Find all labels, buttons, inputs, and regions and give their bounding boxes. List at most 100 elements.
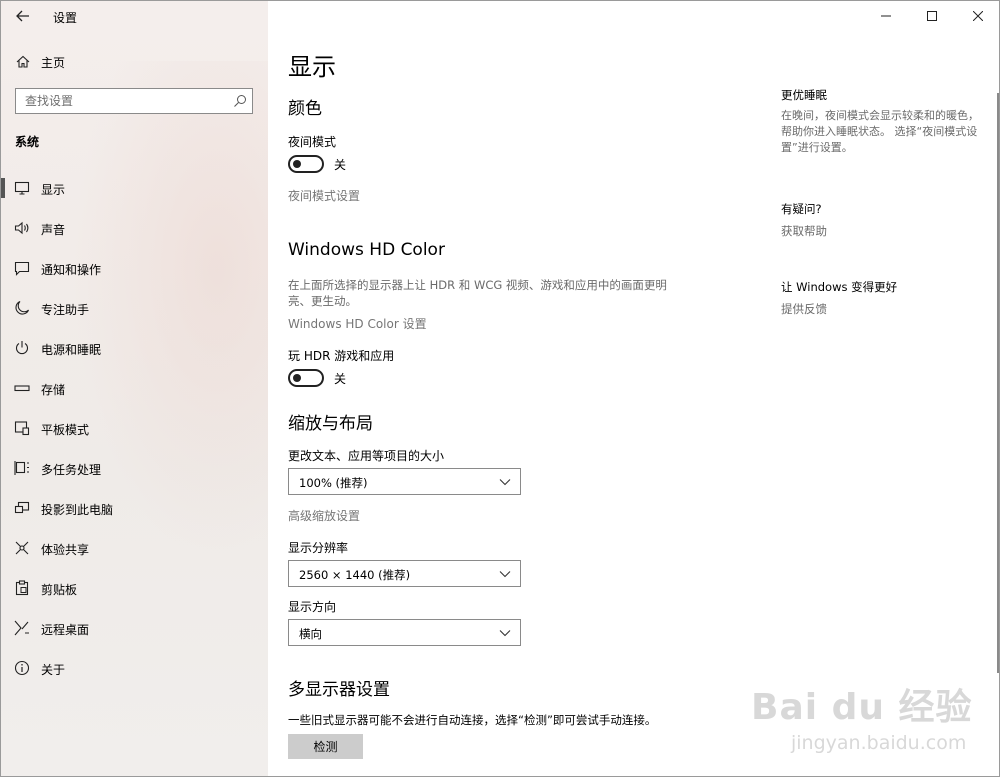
hd-color-heading: Windows HD Color [288,240,445,260]
sidebar-item-multitasking[interactable]: 多任务处理 [1,448,268,488]
sidebar-item-label: 存储 [41,383,66,397]
sidebar-item-label: 平板模式 [41,423,90,437]
sidebar-item-label: 显示 [41,183,66,197]
multi-display-description: 一些旧式显示器可能不会进行自动连接，选择“检测”即可尝试手动连接。 [288,713,657,727]
sleep-heading: 更优睡眠 [781,88,827,102]
sidebar-item-clipboard[interactable]: 剪贴板 [1,568,268,608]
main-content: 显示 颜色 夜间模式 关 夜间模式设置 Windows HD Color 在上面… [268,1,999,776]
sidebar-item-label: 电源和睡眠 [41,343,102,357]
sleep-text: 在晚间，夜间模式会显示较柔和的暖色，帮助你进入睡眠状态。 选择“夜间模式设置”进… [781,109,979,154]
maximize-button[interactable] [909,1,955,31]
detect-button[interactable]: 检测 [288,734,363,759]
home-icon [16,55,30,68]
scale-label: 更改文本、应用等项目的大小 [288,449,445,463]
resolution-value: 2560 × 1440 (推荐) [299,568,411,582]
sidebar-item-label: 投影到此电脑 [41,503,114,517]
notification-icon [14,261,30,276]
night-mode-state: 关 [334,157,347,172]
sidebar-item-label: 剪贴板 [41,583,78,597]
page-title: 显示 [288,53,336,81]
sidebar-item-label: 主页 [41,56,66,70]
baidu-watermark: Bai du 经验 jingyan.baidu.com [751,668,991,768]
arrow-left-icon [16,10,29,22]
window-title: 设置 [53,11,78,25]
minimize-icon [881,15,891,17]
hdr-label: 玩 HDR 游戏和应用 [288,349,395,363]
monitor-icon [14,181,30,195]
sidebar-item-storage[interactable]: 存储 [1,368,268,408]
sidebar-item-label: 声音 [41,223,66,237]
sidebar-item-notifications[interactable]: 通知和操作 [1,248,268,288]
sidebar-item-label: 多任务处理 [41,463,102,477]
question-heading: 有疑问? [781,202,822,216]
close-button[interactable] [955,1,999,31]
sidebar-item-label: 关于 [41,663,66,677]
moon-icon [15,300,30,315]
hd-color-settings-link[interactable]: Windows HD Color 设置 [288,315,427,332]
multi-display-heading: 多显示器设置 [288,680,390,700]
sidebar-item-home[interactable]: 主页 [1,49,268,75]
sidebar-item-focus-assist[interactable]: 专注助手 [1,288,268,328]
clipboard-icon [15,580,29,596]
hdr-toggle-row: 关 [288,369,346,387]
night-mode-toggle-row: 关 [288,155,346,173]
tablet-icon [14,421,30,436]
scale-value: 100% (推荐) [299,476,368,490]
hdr-state: 关 [334,371,347,386]
power-icon [15,341,29,355]
project-icon [14,501,30,514]
get-help-link[interactable]: 获取帮助 [781,223,827,239]
minimize-button[interactable] [863,1,909,31]
scale-layout-heading: 缩放与布局 [288,414,373,434]
storage-icon [14,385,30,392]
speaker-icon [14,221,29,235]
scrollbar[interactable] [997,93,999,673]
info-icon [14,660,30,676]
search-field[interactable] [15,88,253,114]
sidebar-item-about[interactable]: 关于 [1,648,268,688]
advanced-scaling-link[interactable]: 高级缩放设置 [288,507,360,524]
orientation-label: 显示方向 [288,600,337,614]
color-heading: 颜色 [288,99,322,119]
close-icon [973,11,983,21]
hdr-toggle[interactable] [288,369,324,387]
sidebar-item-label: 体验共享 [41,543,90,557]
sidebar-item-project[interactable]: 投影到此电脑 [1,488,268,528]
remote-desktop-icon [14,620,29,636]
window-controls [863,1,999,31]
watermark-sub: jingyan.baidu.com [791,732,967,754]
chevron-down-icon [499,479,511,486]
sidebar-item-shared-experiences[interactable]: 体验共享 [1,528,268,568]
orientation-value: 横向 [299,627,322,641]
sidebar-item-power-sleep[interactable]: 电源和睡眠 [1,328,268,368]
improve-heading: 让 Windows 变得更好 [781,280,898,294]
night-mode-toggle[interactable] [288,155,324,173]
sidebar-item-remote-desktop[interactable]: 远程桌面 [1,608,268,648]
sidebar-item-label: 专注助手 [41,303,90,317]
feedback-link[interactable]: 提供反馈 [781,301,827,317]
hd-color-description: 在上面所选择的显示器上让 HDR 和 WCG 视频、游戏和应用中的画面更明亮、更… [288,278,667,308]
share-icon [15,541,29,555]
sidebar-item-sound[interactable]: 声音 [1,208,268,248]
multitask-icon [14,461,29,475]
search-icon [234,95,246,107]
resolution-dropdown[interactable]: 2560 × 1440 (推荐) [288,560,521,587]
sidebar-nav: 显示 声音 通知和操作 专注助手 电源和睡眠 存储 平板模式 多任务处理 投影到… [1,168,268,688]
sidebar-item-display[interactable]: 显示 [1,168,268,208]
watermark-main: Bai du 经验 [751,687,973,728]
search-input[interactable] [16,89,216,113]
night-mode-label: 夜间模式 [288,135,337,149]
sidebar-item-tablet-mode[interactable]: 平板模式 [1,408,268,448]
maximize-icon [927,11,937,21]
chevron-down-icon [499,630,511,637]
night-mode-settings-link[interactable]: 夜间模式设置 [288,187,360,204]
sidebar: 设置 主页 系统 显示 [1,1,321,776]
chevron-down-icon [499,571,511,578]
resolution-label: 显示分辨率 [288,541,349,555]
settings-window: 设置 主页 系统 显示 [0,0,1000,777]
scale-dropdown[interactable]: 100% (推荐) [288,468,521,495]
back-button[interactable] [9,5,37,27]
sidebar-item-label: 远程桌面 [41,623,90,637]
orientation-dropdown[interactable]: 横向 [288,619,521,646]
sidebar-item-label: 通知和操作 [41,263,102,277]
